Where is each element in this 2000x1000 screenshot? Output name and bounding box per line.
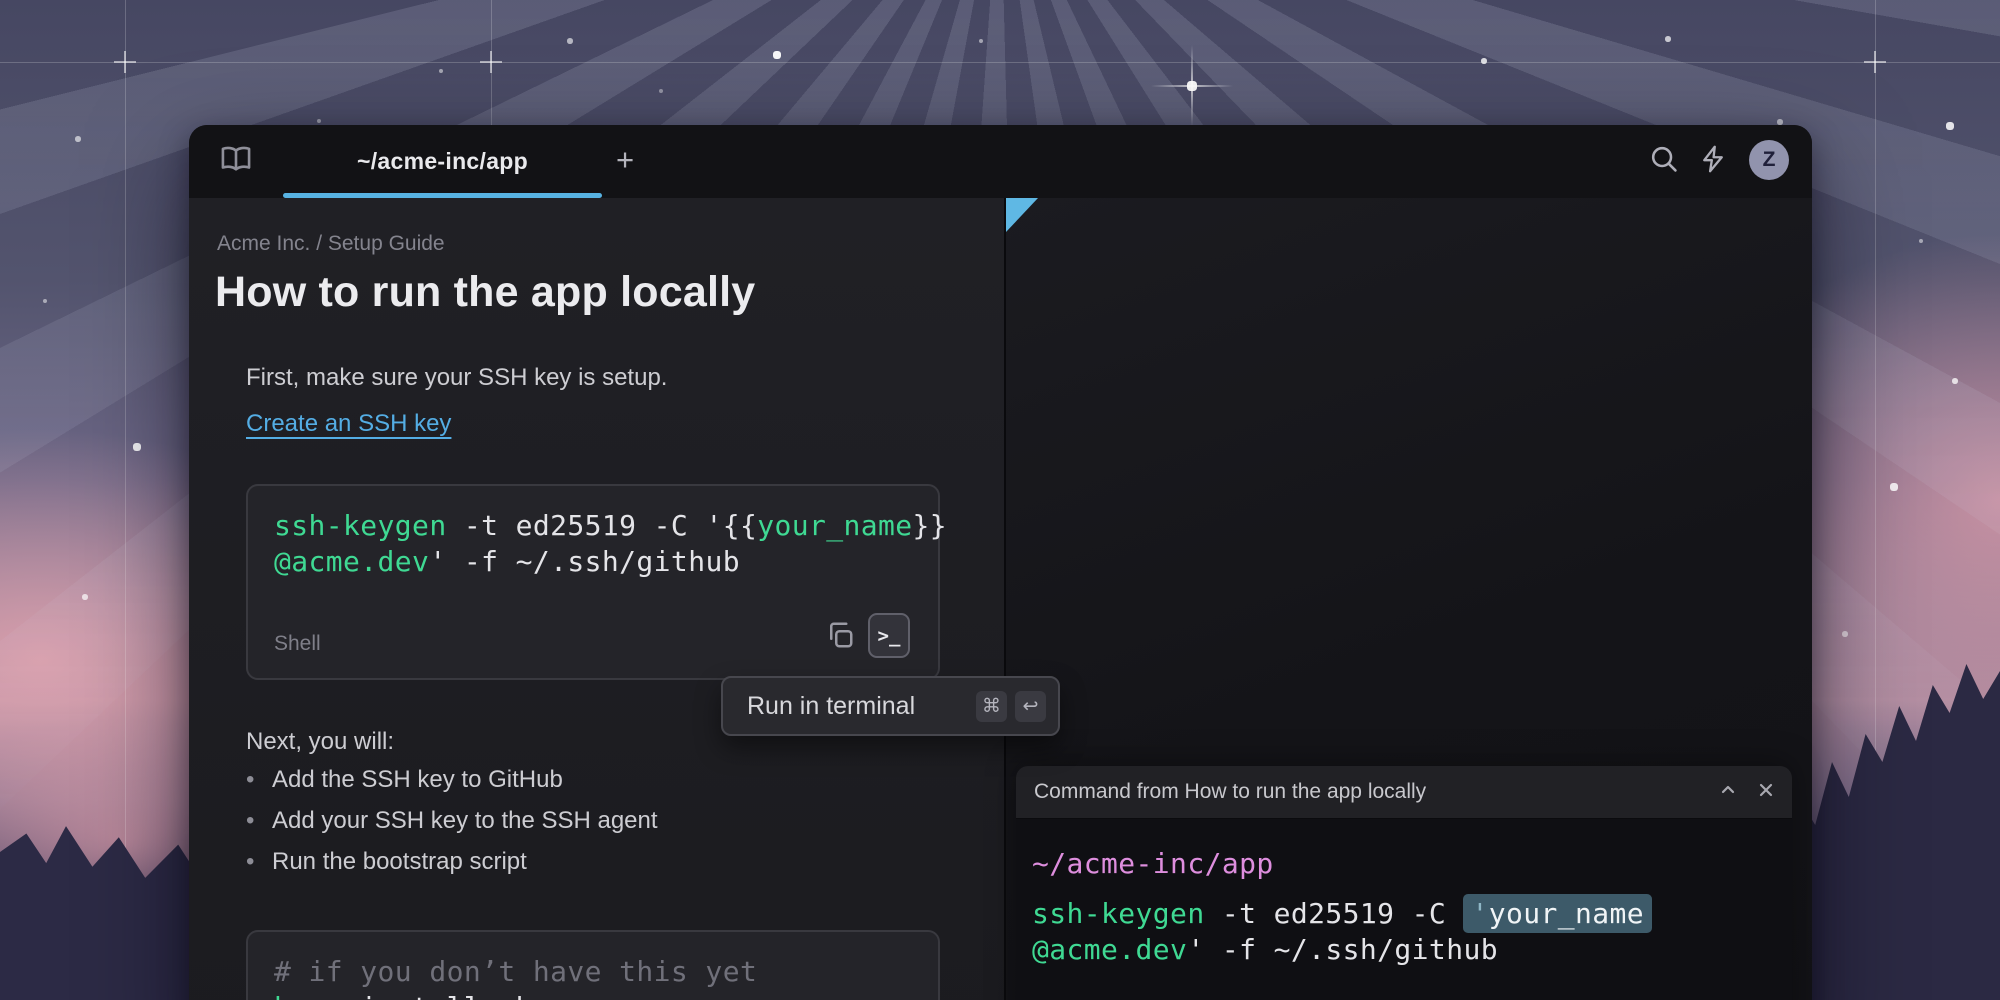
user-avatar[interactable]: Z (1749, 140, 1789, 180)
grid-cross-mark (480, 51, 502, 73)
intro-text: First, make sure your SSH key is setup. (246, 364, 667, 392)
list-item-label: Run the bootstrap script (272, 848, 527, 876)
code-line: ssh-keygen -t ed25519 -C '{{your_name}} (274, 508, 947, 544)
terminal-line: ssh-keygen -t ed25519 -C 'your_name (1032, 896, 1652, 932)
terminal-line: ~/acme-inc/app (1032, 846, 1274, 882)
pane-corner-marker (1006, 198, 1038, 232)
code-line: brew install gh (274, 990, 757, 1000)
window-topbar: ~/acme-inc/app + Z (189, 125, 1812, 198)
tooltip-label: Run in terminal (747, 692, 968, 721)
keycap-return-icon: ↩ (1015, 691, 1046, 722)
run-in-terminal-button[interactable]: >_ (868, 613, 910, 658)
code-block-shell: ssh-keygen -t ed25519 -C '{{your_name}} … (246, 484, 940, 680)
code-block-bootstrap: # if you don’t have this yet brew instal… (246, 930, 940, 1000)
plus-icon: + (616, 142, 634, 178)
tab-acme-inc-app[interactable]: ~/acme-inc/app (283, 125, 602, 198)
terminal-header[interactable]: Command from How to run the app locally (1016, 766, 1792, 819)
setup-steps-list: • Add the SSH key to GitHub • Add your S… (246, 759, 658, 882)
list-item-label: Add the SSH key to GitHub (272, 766, 563, 794)
bullet-icon: • (246, 766, 272, 794)
list-item: • Run the bootstrap script (246, 841, 658, 882)
bullet-icon: • (246, 848, 272, 876)
grid-line-horizontal (0, 62, 2000, 63)
star-field (0, 0, 2, 2)
keycap-command-icon: ⌘ (976, 691, 1007, 722)
terminal-line: @acme.dev' -f ~/.ssh/github (1032, 932, 1498, 968)
command-menu-button[interactable] (1692, 140, 1734, 182)
library-button[interactable] (214, 139, 258, 183)
chevron-up-icon (1718, 780, 1738, 805)
code-line: @acme.dev' -f ~/.ssh/github (274, 544, 947, 580)
copy-icon (825, 620, 855, 655)
terminal-run-icon: >_ (878, 625, 901, 647)
doc-pane: Acme Inc. / Setup Guide How to run the a… (189, 198, 1004, 1000)
app-window: ~/acme-inc/app + Z (189, 125, 1812, 1000)
language-label: Shell (274, 632, 321, 656)
search-button[interactable] (1643, 140, 1685, 182)
code-lines: # if you don’t have this yet brew instal… (274, 954, 757, 1000)
code-lines: ssh-keygen -t ed25519 -C '{{your_name}} … (274, 508, 947, 580)
list-item: • Add your SSH key to the SSH agent (246, 800, 658, 841)
code-line: # if you don’t have this yet (274, 954, 757, 990)
grid-cross-mark (1864, 51, 1886, 73)
breadcrumb: Acme Inc. / Setup Guide (217, 232, 445, 256)
create-ssh-key-link[interactable]: Create an SSH key (246, 410, 451, 438)
terminal-panel: Command from How to run the app locally (1016, 766, 1792, 1000)
terminal-title: Command from How to run the app locally (1034, 766, 1426, 818)
new-tab-button[interactable]: + (603, 138, 647, 182)
book-icon (219, 144, 253, 179)
run-tooltip: Run in terminal ⌘ ↩ (721, 676, 1060, 736)
copy-button[interactable] (823, 620, 857, 654)
bullet-icon: • (246, 807, 272, 835)
close-button[interactable] (1754, 780, 1778, 804)
next-heading: Next, you will: (246, 728, 394, 756)
collapse-button[interactable] (1716, 780, 1740, 804)
close-icon (1756, 780, 1776, 805)
search-icon (1650, 145, 1678, 178)
screen: ~/acme-inc/app + Z (0, 0, 2000, 1000)
list-item: • Add the SSH key to GitHub (246, 759, 658, 800)
star-sparkle (1151, 85, 1233, 87)
list-item-label: Add your SSH key to the SSH agent (272, 807, 658, 835)
lightning-icon (1700, 145, 1726, 178)
page-title: How to run the app locally (215, 268, 755, 317)
grid-cross-mark (114, 51, 136, 73)
terminal-output[interactable]: ~/acme-inc/app ssh-keygen -t ed25519 -C … (1032, 818, 1782, 1000)
